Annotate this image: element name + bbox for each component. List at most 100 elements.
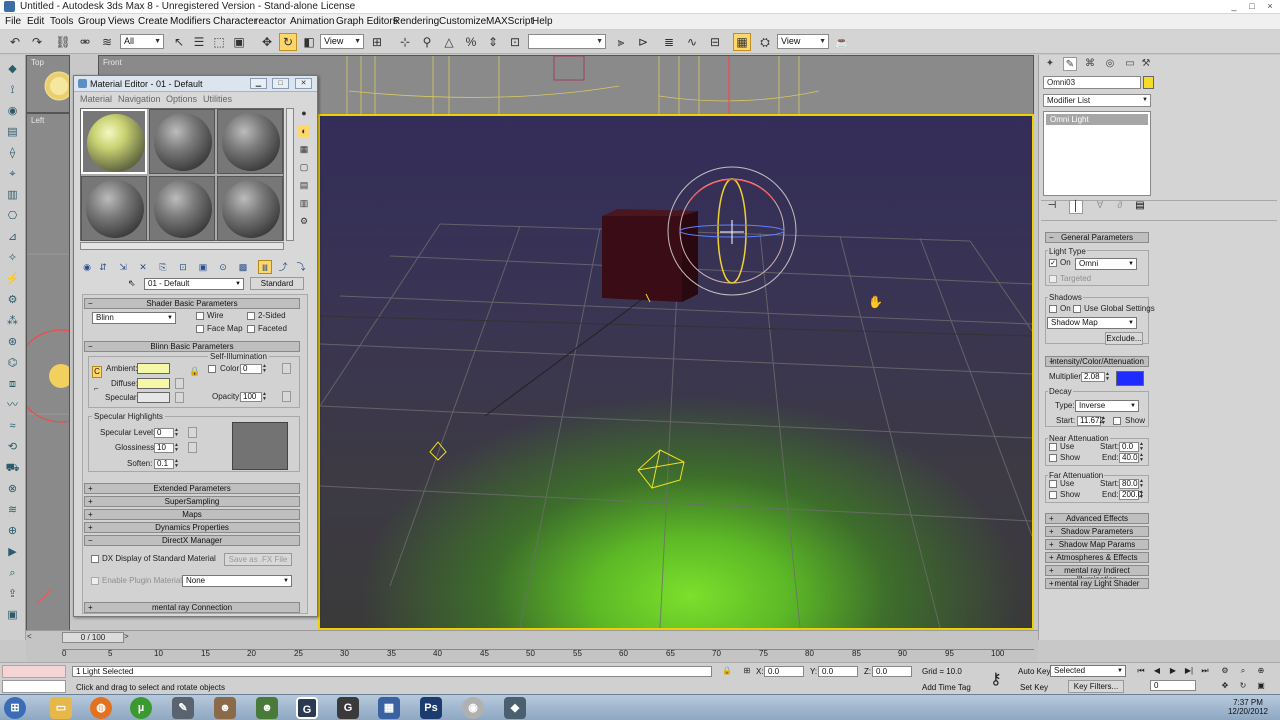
opacity-map-button[interactable]: [282, 391, 291, 402]
specular-swatch[interactable]: [137, 392, 170, 403]
add-time-tag[interactable]: Add Time Tag: [922, 683, 971, 692]
assign-to-selection-icon[interactable]: ⇲: [116, 260, 130, 274]
glossiness-spinner[interactable]: 10 ▲ ▼: [154, 443, 179, 453]
pivot-center-icon[interactable]: ⊞: [368, 33, 386, 51]
dynamics-tool-icon[interactable]: ⊛: [4, 334, 21, 350]
remove-modifier-icon[interactable]: ∂: [1113, 200, 1127, 214]
shader-dropdown[interactable]: Blinn ▼: [92, 312, 176, 324]
explorer-icon[interactable]: ▭: [50, 697, 72, 719]
current-frame-field[interactable]: 0: [1150, 680, 1196, 691]
exclude-button[interactable]: Exclude...: [1105, 332, 1143, 345]
menu-tools[interactable]: Tools: [50, 14, 73, 29]
link-tool-icon[interactable]: ⟟: [4, 82, 21, 98]
material-name-field[interactable]: 01 - Default ▼: [144, 278, 244, 290]
preview-tool-icon[interactable]: ▶: [4, 544, 21, 560]
utilities-tab-icon[interactable]: ⚒: [1139, 57, 1153, 71]
object-color-swatch[interactable]: [1143, 76, 1154, 89]
app-icon[interactable]: ▦: [378, 697, 400, 719]
pan-icon[interactable]: ✥: [1218, 680, 1232, 692]
self-illum-color-checkbox[interactable]: [208, 365, 216, 373]
material-editor-icon[interactable]: ▦: [733, 33, 751, 51]
rollout-general-parameters[interactable]: − General Parameters: [1045, 232, 1149, 243]
select-manipulate-icon[interactable]: ⊹: [396, 33, 414, 51]
modify-tab-icon[interactable]: ✎: [1063, 57, 1077, 71]
far-use-checkbox[interactable]: [1049, 480, 1057, 488]
opacity-spinner[interactable]: 100 ▲ ▼: [240, 392, 267, 402]
use-global-settings-checkbox[interactable]: [1073, 305, 1081, 313]
layer-manager-icon[interactable]: ≣: [660, 33, 678, 51]
named-selection-sets-dropdown[interactable]: ▼: [528, 34, 606, 49]
time-configuration-icon[interactable]: ⚙: [1218, 665, 1232, 677]
multiplier-spinner[interactable]: 2.08 ▲ ▼: [1081, 372, 1110, 382]
configure-modifier-sets-icon[interactable]: ▤: [1133, 200, 1147, 214]
minimize-button[interactable]: _: [1226, 0, 1242, 13]
clock[interactable]: 7:37 PM 12/20/2012: [1228, 698, 1268, 716]
undo-icon[interactable]: ↶: [6, 33, 24, 51]
curve-editor-icon[interactable]: ∿: [683, 33, 701, 51]
self-illum-map-button[interactable]: [282, 363, 291, 374]
self-illum-spinner[interactable]: 0 ▲ ▼: [240, 364, 267, 374]
set-key-button[interactable]: Set Key: [1020, 683, 1048, 692]
background-icon[interactable]: ▦: [298, 144, 310, 155]
camera-tool-icon[interactable]: ⊿: [4, 229, 21, 245]
video-check-icon[interactable]: ▤: [298, 180, 310, 191]
menu-graph-editors[interactable]: Graph Editors: [336, 14, 398, 29]
z-coordinate-field[interactable]: 0.0: [872, 666, 912, 677]
me-minimize-button[interactable]: ▁: [250, 78, 267, 89]
me-close-button[interactable]: ✕: [295, 78, 312, 89]
export-tool-icon[interactable]: ⇪: [4, 586, 21, 602]
rollout-shadow-map-params[interactable]: + Shadow Map Params: [1045, 539, 1149, 550]
start-button-icon[interactable]: ⊞: [4, 697, 26, 719]
material-effects-channel-icon[interactable]: ⊙: [216, 260, 230, 274]
sample-slot[interactable]: [81, 176, 147, 241]
schematic-view-icon[interactable]: ⊟: [706, 33, 724, 51]
specular-map-button[interactable]: [175, 392, 184, 403]
backlight-icon[interactable]: ◐: [298, 126, 310, 137]
spinner-snap-icon[interactable]: ⇕: [484, 33, 502, 51]
pin-stack-icon[interactable]: ⊣: [1045, 200, 1059, 214]
put-to-scene-icon[interactable]: ⇵: [96, 260, 110, 274]
rollout-shader-basic[interactable]: − Shader Basic Parameters: [84, 298, 300, 309]
light-color-swatch[interactable]: [1116, 371, 1144, 386]
rollout-advanced-effects[interactable]: + Advanced Effects: [1045, 513, 1149, 524]
play-icon[interactable]: ▶: [1166, 665, 1180, 677]
stack-item-omni-light[interactable]: Omni Light: [1046, 114, 1148, 125]
maximize-viewport-icon[interactable]: ▣: [1254, 680, 1268, 692]
menu-customize[interactable]: Customize: [439, 14, 486, 29]
game-icon[interactable]: ☻: [256, 697, 278, 719]
face-map-checkbox[interactable]: [196, 325, 204, 333]
rollout-maps[interactable]: + Maps: [84, 509, 300, 520]
light-tool-icon[interactable]: ✧: [4, 250, 21, 266]
create-tab-icon[interactable]: ✦: [1043, 57, 1057, 71]
make-unique-icon[interactable]: ⊡: [176, 260, 190, 274]
select-scale-icon[interactable]: ◧: [300, 33, 318, 51]
sample-slot[interactable]: [149, 176, 215, 241]
diffuse-swatch[interactable]: [137, 378, 170, 389]
percent-snap-icon[interactable]: %: [462, 33, 480, 51]
spacewarp-tool-icon[interactable]: ⚡: [4, 271, 21, 287]
lock-selection-icon[interactable]: 🔒: [720, 665, 734, 677]
rollout-supersampling[interactable]: + SuperSampling: [84, 496, 300, 507]
fracture-tool-icon[interactable]: ⊗: [4, 481, 21, 497]
mirror-icon[interactable]: ⫸: [612, 33, 630, 51]
render-scene-icon[interactable]: ⛭: [756, 33, 774, 51]
bind-space-warp-icon[interactable]: ≋: [98, 33, 116, 51]
menu-help[interactable]: Help: [532, 14, 553, 29]
maxscript-listener-field[interactable]: [2, 665, 66, 678]
show-end-result-icon[interactable]: │: [1069, 200, 1083, 214]
rectangular-selection-icon[interactable]: ⬚: [210, 33, 228, 51]
rollout-extended-parameters[interactable]: + Extended Parameters: [84, 483, 300, 494]
goto-start-icon[interactable]: ⏮: [1134, 665, 1148, 677]
slider-prev-icon[interactable]: <: [27, 632, 37, 643]
diffuse-map-button[interactable]: [175, 378, 184, 389]
motion-tab-icon[interactable]: ◎: [1103, 57, 1117, 71]
zoom-all-icon[interactable]: ⊕: [1254, 665, 1268, 677]
render-view-dropdown[interactable]: View ▼: [777, 34, 829, 49]
menu-modifiers[interactable]: Modifiers: [170, 14, 211, 29]
near-show-checkbox[interactable]: [1049, 454, 1057, 462]
targeted-checkbox[interactable]: [1049, 275, 1057, 283]
box-tool-icon[interactable]: ▤: [4, 124, 21, 140]
decay-show-checkbox[interactable]: [1113, 417, 1121, 425]
absolute-mode-icon[interactable]: ⊞: [740, 665, 754, 677]
helper-tool-icon[interactable]: ⌖: [4, 166, 21, 182]
